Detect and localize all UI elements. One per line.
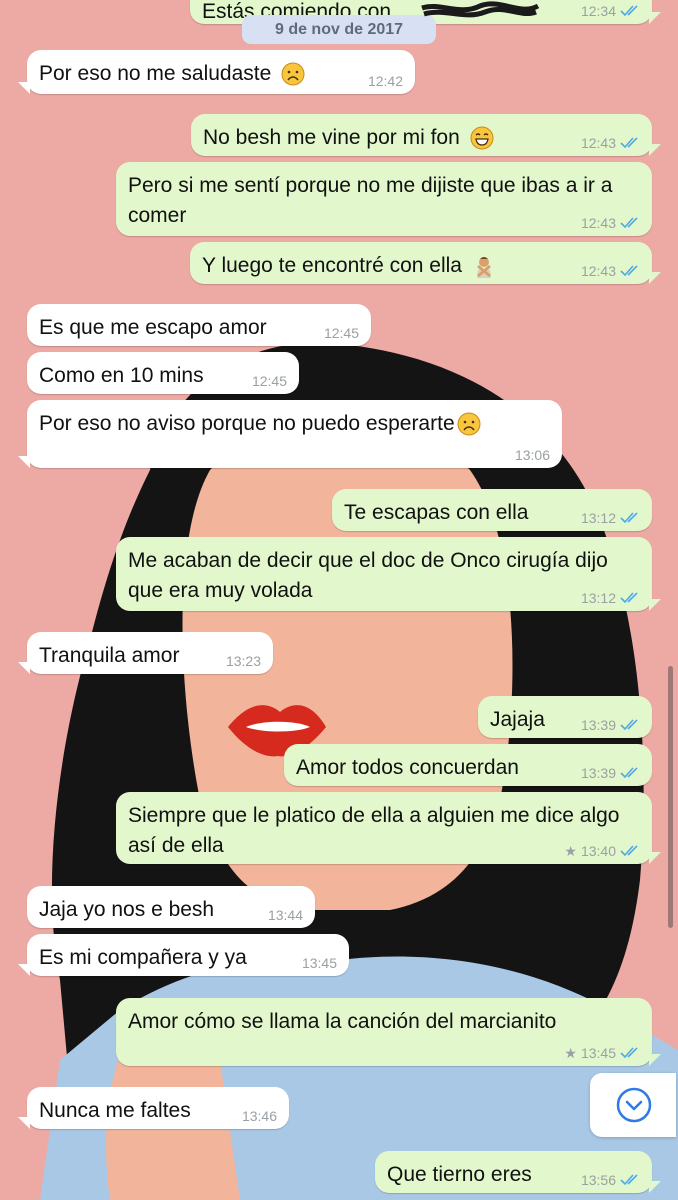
message-outgoing[interactable]: Amor todos concuerdan 13:39 bbox=[284, 744, 652, 786]
grinning-face-icon bbox=[470, 126, 494, 150]
message-incoming[interactable]: Como en 10 mins 12:45 bbox=[27, 352, 299, 394]
double-check-icon bbox=[620, 217, 638, 229]
message-outgoing[interactable]: Te escapas con ella 13:12 bbox=[332, 489, 652, 531]
double-check-icon bbox=[620, 1174, 638, 1186]
double-check-icon bbox=[620, 137, 638, 149]
message-meta: 12:42 bbox=[368, 73, 403, 89]
message-text: Y luego te encontré con ella bbox=[202, 254, 462, 277]
date-separator: 9 de nov de 2017 bbox=[242, 15, 436, 44]
message-meta: 13:06 bbox=[515, 447, 550, 463]
message-incoming[interactable]: Por eso no aviso porque no puedo esperar… bbox=[18, 400, 562, 468]
double-check-icon bbox=[620, 1047, 638, 1059]
message-text: Me acaban de decir que el doc de Onco ci… bbox=[128, 549, 608, 602]
message-time: 12:43 bbox=[580, 135, 616, 151]
message-text: Amor todos concuerdan bbox=[296, 756, 519, 779]
message-meta: 13:45 bbox=[302, 955, 337, 971]
message-text: Es que me escapo amor bbox=[39, 316, 267, 339]
person-gesturing-no-icon bbox=[476, 257, 491, 279]
frowning-face-icon bbox=[281, 62, 305, 86]
double-check-icon bbox=[620, 767, 638, 779]
message-time: 13:39 bbox=[580, 765, 616, 781]
double-check-icon bbox=[620, 592, 638, 604]
message-meta: 12:45 bbox=[324, 325, 359, 341]
message-text: Es mi compañera y ya bbox=[39, 946, 247, 969]
message-time: 13:46 bbox=[241, 1108, 277, 1124]
message-time: 13:23 bbox=[225, 653, 261, 669]
message-text: Que tierno eres bbox=[387, 1163, 532, 1186]
message-meta: 13:39 bbox=[581, 717, 640, 733]
message-time: 12:43 bbox=[580, 263, 616, 279]
message-incoming[interactable]: Jaja yo nos e besh 13:44 bbox=[27, 886, 315, 928]
message-meta: ★ 13:40 bbox=[564, 843, 640, 859]
message-meta: 13:46 bbox=[242, 1108, 277, 1124]
message-incoming[interactable]: Es que me escapo amor 12:45 bbox=[27, 304, 371, 346]
message-incoming[interactable]: Por eso no me saludaste 12:42 bbox=[18, 50, 415, 94]
message-meta: ★ 13:45 bbox=[564, 1045, 640, 1061]
message-time: 12:34 bbox=[580, 3, 616, 19]
message-incoming[interactable]: Nunca me faltes 13:46 bbox=[18, 1087, 289, 1129]
message-time: 13:40 bbox=[580, 843, 616, 859]
double-check-icon bbox=[620, 719, 638, 731]
message-text: Amor cómo se llama la canción del marcia… bbox=[128, 1010, 557, 1033]
message-time: 12:45 bbox=[323, 325, 359, 341]
message-outgoing[interactable]: Siempre que le platico de ella a alguien… bbox=[116, 792, 661, 864]
scroll-to-bottom-button[interactable] bbox=[590, 1073, 676, 1137]
message-meta: 12:34 bbox=[581, 3, 640, 19]
scrollbar[interactable] bbox=[668, 666, 673, 928]
message-time: 13:12 bbox=[580, 510, 616, 526]
message-outgoing[interactable]: No besh me vine por mi fon 12:43 bbox=[191, 114, 661, 156]
message-time: 12:45 bbox=[251, 373, 287, 389]
message-time: 13:12 bbox=[580, 590, 616, 606]
message-time: 12:43 bbox=[580, 215, 616, 231]
double-check-icon bbox=[620, 512, 638, 524]
message-meta: 12:43 bbox=[581, 215, 640, 231]
message-text: Por eso no me saludaste bbox=[39, 62, 272, 85]
message-text: Jaja yo nos e besh bbox=[39, 898, 215, 921]
message-meta: 13:39 bbox=[581, 765, 640, 781]
star-icon: ★ bbox=[564, 1045, 577, 1061]
double-check-icon bbox=[620, 845, 638, 857]
message-meta: 13:44 bbox=[268, 907, 303, 923]
message-meta: 13:56 bbox=[581, 1172, 640, 1188]
message-time: 13:56 bbox=[580, 1172, 616, 1188]
chevron-down-icon bbox=[616, 1087, 652, 1123]
message-outgoing[interactable]: Jajaja 13:39 bbox=[478, 696, 652, 738]
message-text: No besh me vine por mi fon bbox=[203, 126, 460, 149]
message-incoming[interactable]: Tranquila amor 13:23 bbox=[18, 632, 273, 674]
message-meta: 12:43 bbox=[581, 135, 640, 151]
message-text: Por eso no aviso porque no puedo esperar… bbox=[39, 412, 455, 435]
message-meta: 12:43 bbox=[581, 263, 640, 279]
message-time: 12:42 bbox=[367, 73, 403, 89]
message-text: Tranquila amor bbox=[39, 644, 180, 667]
message-text: Pero si me sentí porque no me dijiste qu… bbox=[128, 174, 613, 227]
message-text: Nunca me faltes bbox=[39, 1099, 191, 1122]
star-icon: ★ bbox=[564, 843, 577, 859]
message-time: 13:45 bbox=[301, 955, 337, 971]
double-check-icon bbox=[620, 265, 638, 277]
message-outgoing[interactable]: Me acaban de decir que el doc de Onco ci… bbox=[116, 537, 661, 611]
message-text: Como en 10 mins bbox=[39, 364, 204, 387]
frowning-face-icon bbox=[457, 412, 481, 436]
message-text: Jajaja bbox=[490, 708, 545, 731]
message-outgoing[interactable]: Y luego te encontré con ella 12:43 bbox=[190, 242, 661, 284]
message-time: 13:45 bbox=[580, 1045, 616, 1061]
message-meta: 13:23 bbox=[226, 653, 261, 669]
message-incoming[interactable]: Es mi compañera y ya 13:45 bbox=[18, 934, 349, 976]
message-outgoing[interactable]: Que tierno eres 13:56 bbox=[375, 1151, 661, 1193]
message-meta: 12:45 bbox=[252, 373, 287, 389]
double-check-icon bbox=[620, 5, 638, 17]
message-outgoing[interactable]: Pero si me sentí porque no me dijiste qu… bbox=[116, 162, 652, 236]
message-meta: 13:12 bbox=[581, 510, 640, 526]
message-time: 13:44 bbox=[267, 907, 303, 923]
message-text: Te escapas con ella bbox=[344, 501, 529, 524]
message-time: 13:06 bbox=[514, 447, 550, 463]
message-outgoing[interactable]: Amor cómo se llama la canción del marcia… bbox=[116, 998, 661, 1066]
redaction-scribble bbox=[421, 1, 540, 18]
message-meta: 13:12 bbox=[581, 590, 640, 606]
message-time: 13:39 bbox=[580, 717, 616, 733]
